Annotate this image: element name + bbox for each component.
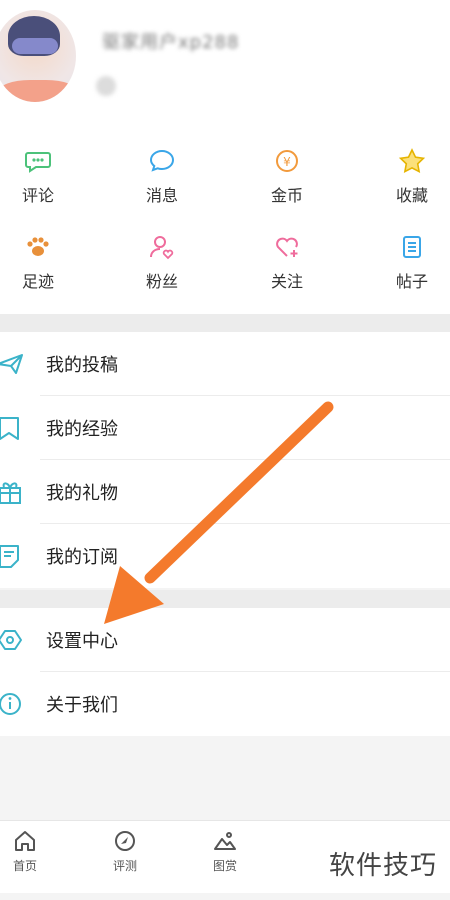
username: 驱家用户xp288: [102, 32, 240, 53]
grid-item-label: 评论: [21, 186, 54, 205]
comment-icon: [25, 152, 51, 173]
tab-review[interactable]: 评测: [90, 829, 160, 874]
menu-item-my-experience[interactable]: 我的经验: [0, 396, 450, 460]
info-icon: [0, 693, 21, 715]
heart-plus-icon: [276, 237, 298, 257]
grid-item-following[interactable]: 关注: [242, 234, 332, 304]
grid-item-favorites[interactable]: 收藏: [367, 148, 450, 218]
star-icon: [398, 148, 426, 174]
menu-item-label: 我的礼物: [46, 483, 118, 504]
menu-item-about-us[interactable]: 关于我们: [0, 672, 450, 736]
menu-item-label: 我的经验: [46, 419, 118, 440]
user-level-badge: [96, 76, 116, 96]
paw-icon: [27, 237, 49, 256]
profile-header[interactable]: 驱家用户xp288: [0, 0, 450, 118]
coin-icon: ¥: [276, 150, 298, 172]
menu-item-my-submissions[interactable]: 我的投稿: [0, 332, 450, 396]
section-divider: [0, 590, 450, 608]
grid-item-label: 足迹: [21, 272, 54, 291]
grid-item-messages[interactable]: 消息: [117, 148, 207, 218]
section-divider: [0, 314, 450, 332]
gallery-icon: [214, 832, 236, 850]
watermark: 软件技巧: [316, 842, 450, 890]
paper-plane-icon: [0, 354, 23, 374]
svg-text:¥: ¥: [283, 155, 291, 169]
menu-item-label: 我的投稿: [46, 355, 118, 376]
tab-label: 评测: [112, 859, 137, 873]
grid-item-footprints[interactable]: 足迹: [0, 234, 83, 304]
menu-group-personal: 我的投稿 我的经验 我的礼物 我的订阅: [0, 332, 450, 588]
bookmark-icon: [0, 417, 19, 440]
shortcut-grid: 评论 消息 ¥ 金币 收藏 足迹 粉丝 关注 帖子: [0, 118, 450, 314]
tab-gallery[interactable]: 图赏: [190, 829, 260, 874]
tab-home[interactable]: 首页: [0, 829, 60, 874]
grid-item-label: 金币: [270, 186, 303, 205]
menu-item-my-gifts[interactable]: 我的礼物: [0, 460, 450, 524]
message-icon: [149, 149, 175, 172]
post-icon: [403, 236, 421, 258]
grid-item-label: 帖子: [395, 272, 428, 291]
grid-item-label: 消息: [145, 186, 178, 205]
menu-item-my-subscriptions[interactable]: 我的订阅: [0, 524, 450, 588]
home-icon: [15, 831, 35, 851]
subscribe-icon: [0, 545, 19, 568]
menu-item-label: 我的订阅: [46, 547, 118, 568]
grid-item-posts[interactable]: 帖子: [367, 234, 450, 304]
menu-group-app: 设置中心 关于我们: [0, 608, 450, 736]
grid-item-label: 收藏: [395, 186, 428, 205]
menu-item-settings[interactable]: 设置中心: [0, 608, 450, 672]
gift-icon: [0, 482, 21, 504]
grid-item-label: 粉丝: [145, 272, 178, 291]
grid-item-coins[interactable]: ¥ 金币: [242, 148, 332, 218]
review-icon: [115, 831, 135, 851]
tab-label: 首页: [12, 859, 37, 873]
menu-item-label: 设置中心: [46, 631, 118, 652]
grid-item-fans[interactable]: 粉丝: [117, 234, 207, 304]
avatar[interactable]: [0, 10, 76, 102]
menu-item-label: 关于我们: [46, 695, 118, 716]
settings-icon: [0, 630, 22, 650]
grid-item-comments[interactable]: 评论: [0, 148, 83, 218]
fans-icon: [150, 236, 174, 260]
tab-label: 图赏: [212, 859, 237, 873]
grid-item-label: 关注: [270, 272, 303, 291]
